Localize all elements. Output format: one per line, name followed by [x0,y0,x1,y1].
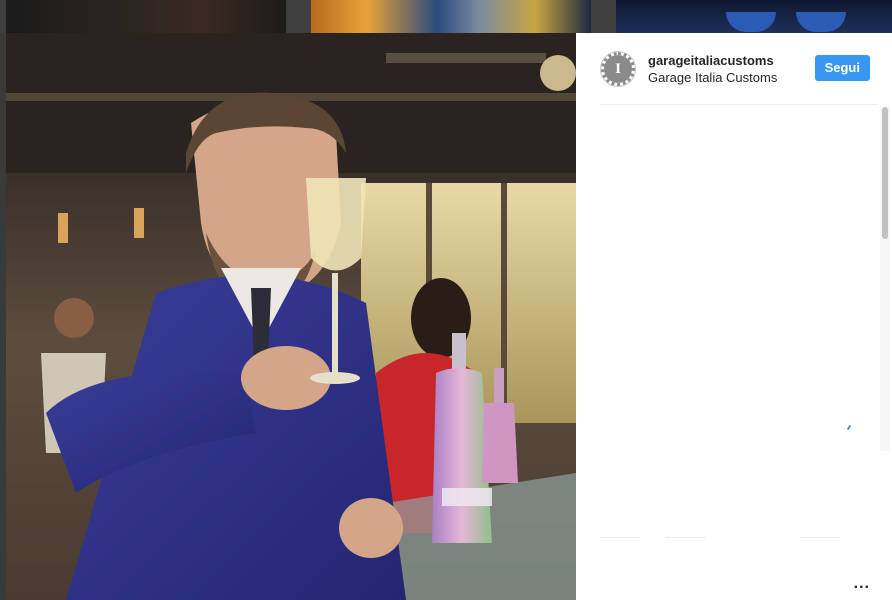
post-side-panel: I garageitaliacustoms Garage Italia Cust… [576,33,892,600]
thumbnail[interactable] [6,0,286,33]
comments-area [600,106,882,451]
thumbnail[interactable] [616,0,892,33]
post-header: I garageitaliacustoms Garage Italia Cust… [600,51,878,105]
thumbnail-detail [726,12,776,32]
post-modal: I garageitaliacustoms Garage Italia Cust… [6,33,892,600]
scrollbar-thumb[interactable] [882,107,888,239]
thumbnail[interactable] [311,0,591,33]
follow-button[interactable]: Segui [814,55,870,81]
full-name: Garage Italia Customs [648,70,778,85]
avatar-letter: I [615,60,621,77]
post-photo[interactable] [6,33,576,600]
garage-italia-logo-icon[interactable]: I [600,51,636,87]
divider-segment [666,537,706,538]
thumbnail-detail [796,12,846,32]
background-grid [0,0,892,33]
divider-segment [600,537,640,538]
username-link[interactable]: garageitaliacustoms [648,53,774,68]
photo-illustration [6,33,576,600]
actions-divider [600,537,878,538]
divider-segment [800,537,840,538]
more-options-icon[interactable]: ... [854,575,870,593]
avatar-badge: I [601,52,635,86]
